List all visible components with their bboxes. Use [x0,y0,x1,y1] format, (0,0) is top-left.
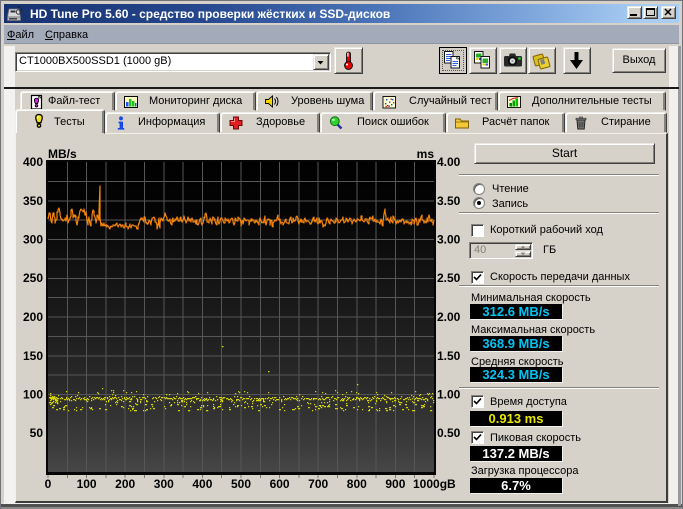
svg-text:ms: ms [417,147,435,161]
svg-text:600: 600 [270,477,290,491]
svg-text:0.50: 0.50 [437,426,461,440]
svg-text:900: 900 [385,477,405,491]
svg-text:0: 0 [45,477,52,491]
svg-text:500: 500 [231,477,251,491]
svg-text:700: 700 [308,477,328,491]
svg-text:250: 250 [23,271,43,285]
svg-text:150: 150 [23,349,43,363]
svg-text:350: 350 [23,194,43,208]
svg-text:MB/s: MB/s [48,147,77,161]
svg-text:4.00: 4.00 [437,155,461,169]
svg-text:300: 300 [154,477,174,491]
svg-text:400: 400 [23,155,43,169]
svg-text:1.50: 1.50 [437,349,461,363]
svg-text:100: 100 [77,477,97,491]
svg-text:200: 200 [115,477,135,491]
svg-text:200: 200 [23,310,43,324]
svg-text:800: 800 [347,477,367,491]
svg-text:100: 100 [23,388,43,402]
svg-text:50: 50 [30,426,44,440]
svg-text:1000gB: 1000gB [413,477,456,491]
svg-text:2.50: 2.50 [437,271,461,285]
svg-text:3.00: 3.00 [437,233,461,247]
svg-text:3.50: 3.50 [437,194,461,208]
svg-text:2.00: 2.00 [437,310,461,324]
svg-text:300: 300 [23,233,43,247]
svg-text:400: 400 [192,477,212,491]
svg-text:1.00: 1.00 [437,388,461,402]
